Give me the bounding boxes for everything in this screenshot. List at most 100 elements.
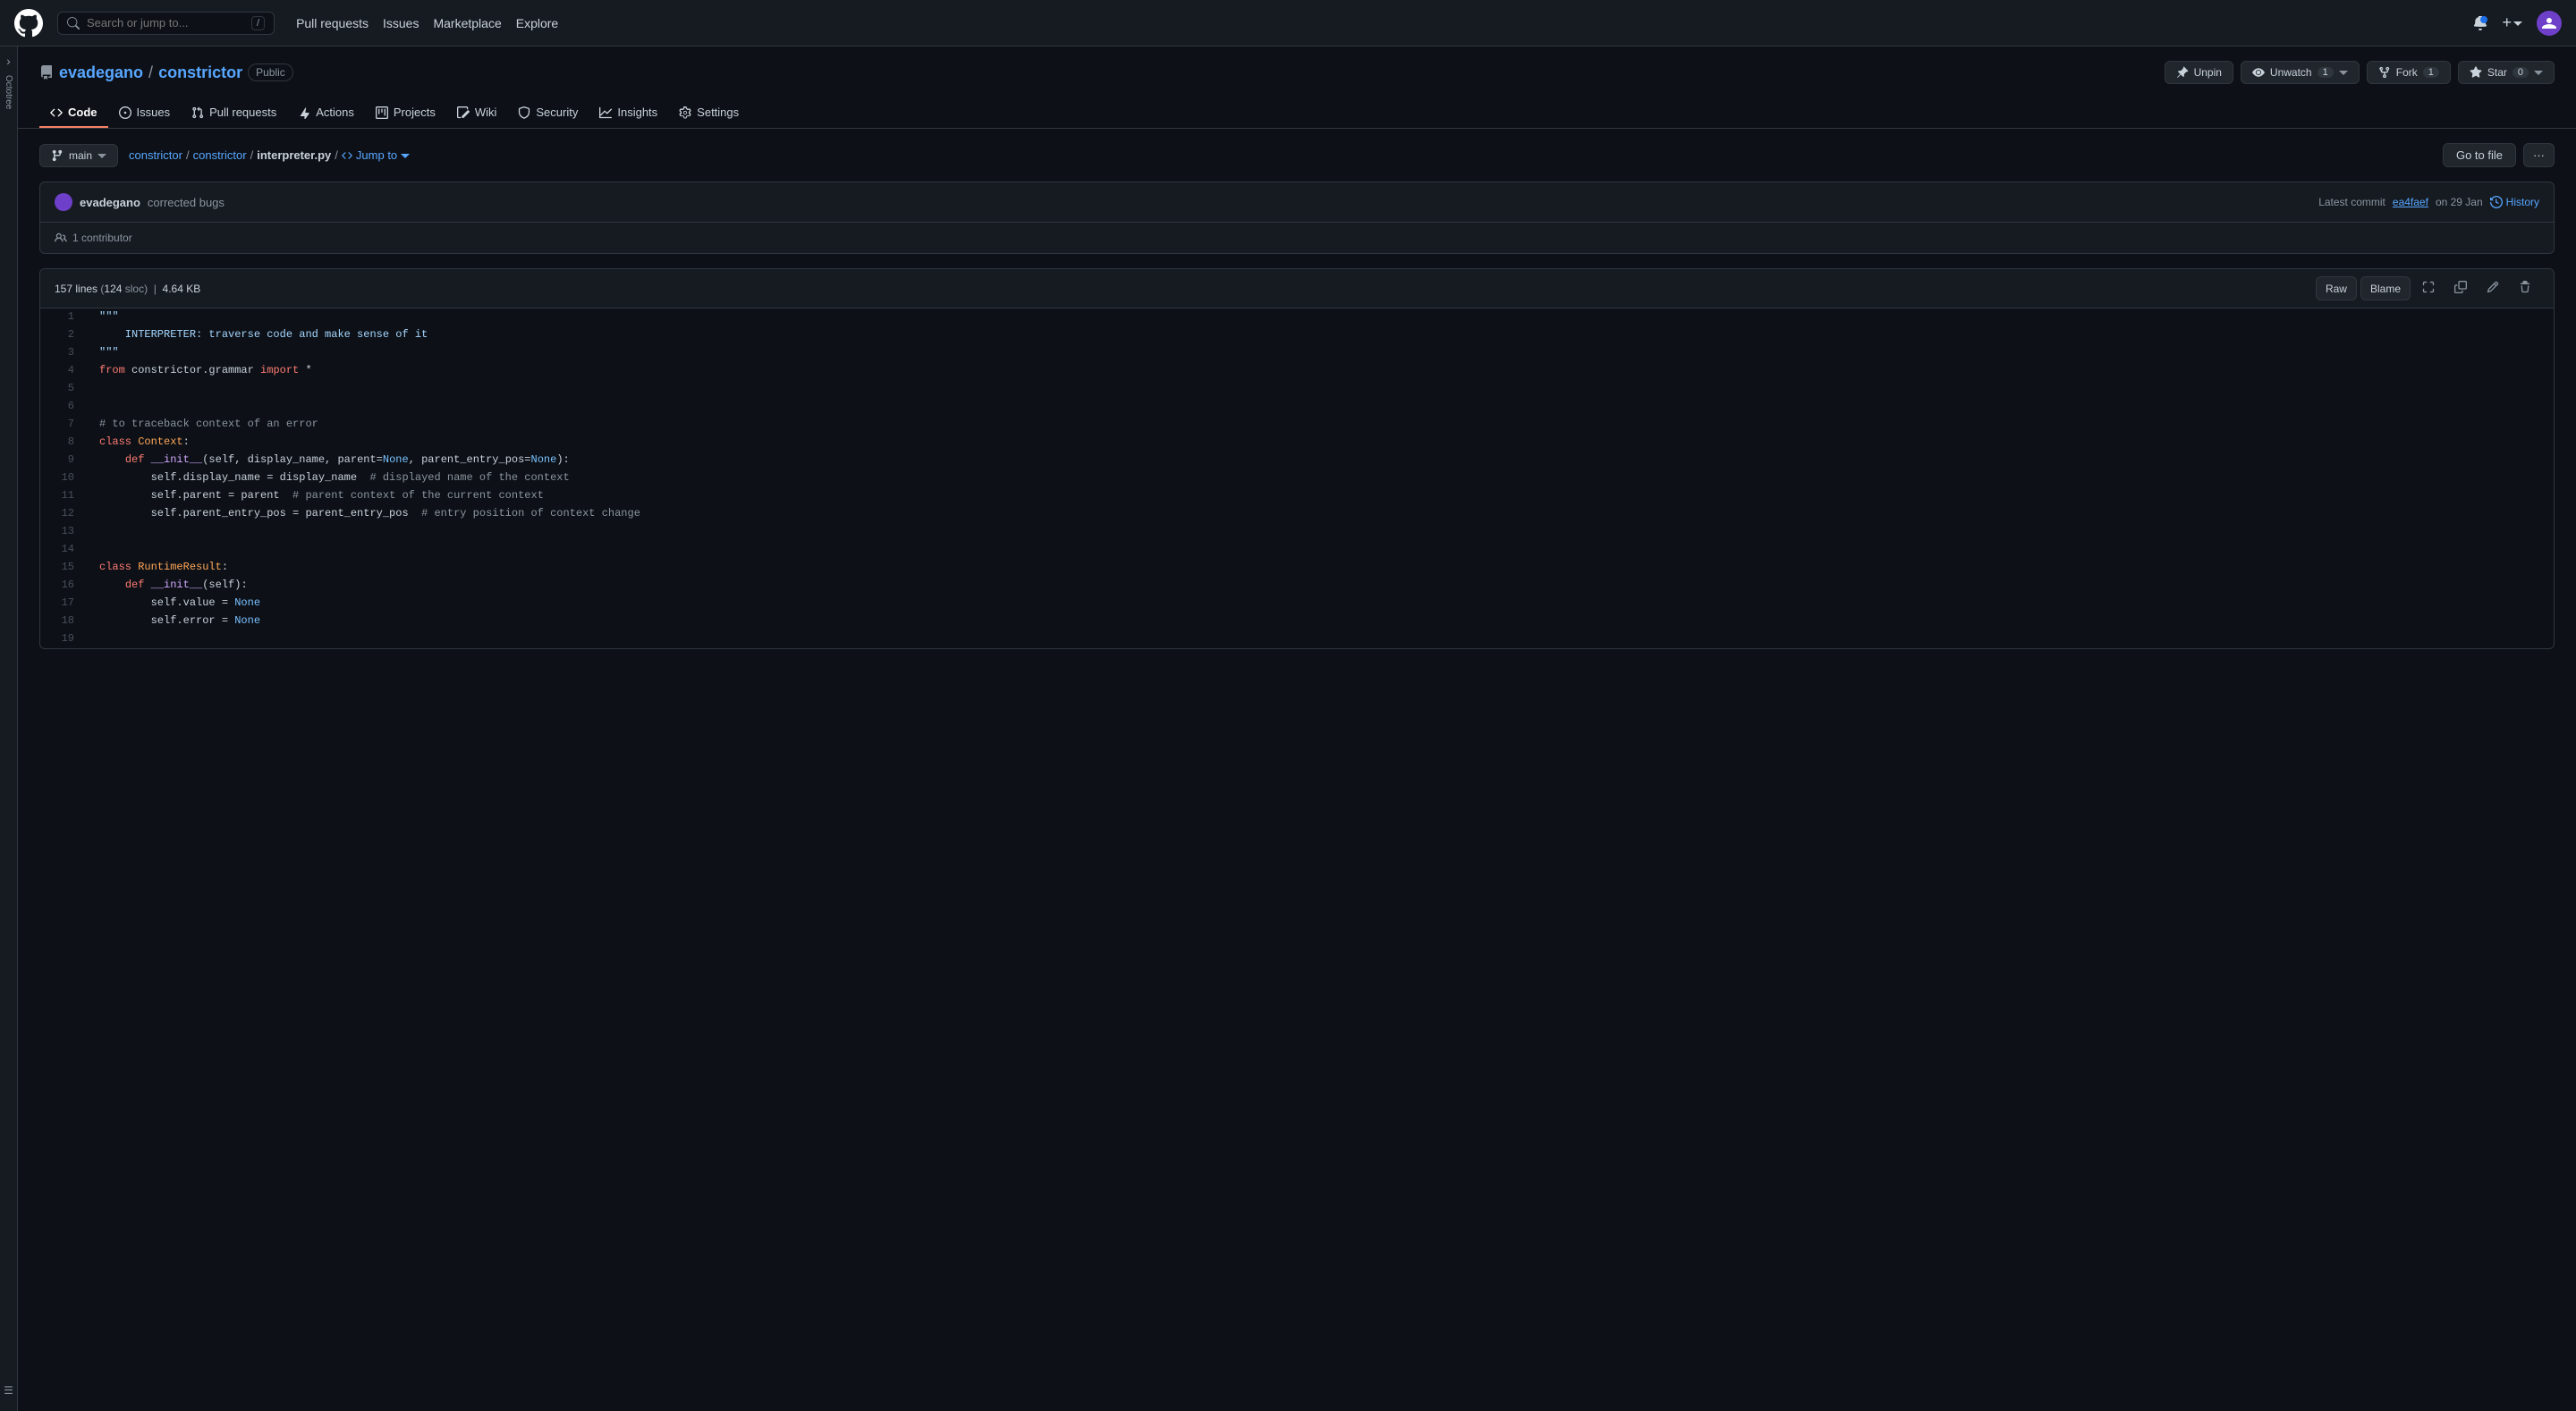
commit-prefix: Latest commit: [2318, 196, 2385, 208]
tab-settings-label: Settings: [697, 106, 739, 119]
line-number: 19: [40, 630, 85, 648]
tab-actions[interactable]: Actions: [287, 98, 365, 128]
nav-marketplace[interactable]: Marketplace: [433, 16, 501, 30]
repo-header: evadegano / constrictor Public Unpin Unw…: [18, 46, 2576, 84]
code-line: 14: [40, 541, 2554, 559]
line-content: [85, 541, 2554, 559]
line-number: 2: [40, 326, 85, 344]
tab-issues[interactable]: Issues: [108, 98, 182, 128]
tab-insights-label: Insights: [617, 106, 657, 119]
jump-to-button[interactable]: Jump to: [342, 148, 410, 162]
commit-hash[interactable]: ea4faef: [2393, 196, 2428, 208]
fork-icon: [2378, 66, 2391, 79]
commit-author-name[interactable]: evadegano: [80, 196, 140, 209]
actions-icon: [298, 106, 310, 119]
star-button[interactable]: Star 0: [2458, 61, 2555, 84]
line-content: def __init__(self, display_name, parent=…: [85, 452, 2554, 469]
commit-author: evadegano corrected bugs: [55, 193, 225, 211]
tab-wiki[interactable]: Wiki: [446, 98, 508, 128]
branch-chevron: [97, 151, 106, 160]
raw-button[interactable]: Raw: [2316, 276, 2357, 300]
edit-button[interactable]: [2479, 276, 2507, 300]
commit-date: on 29 Jan: [2436, 196, 2483, 208]
code-line: 9 def __init__(self, display_name, paren…: [40, 452, 2554, 469]
visibility-badge: Public: [248, 63, 293, 81]
tab-projects[interactable]: Projects: [365, 98, 446, 128]
unpin-icon: [2176, 66, 2189, 79]
star-count: 0: [2512, 67, 2529, 78]
nav-issues[interactable]: Issues: [383, 16, 419, 30]
repo-actions: Unpin Unwatch 1 Fork 1 Star 0: [2165, 61, 2555, 84]
screen-full-button[interactable]: [2414, 276, 2443, 300]
contributors-label: 1 contributor: [72, 232, 132, 244]
code-line: 13: [40, 523, 2554, 541]
code-line: 19: [40, 630, 2554, 648]
line-content: def __init__(self):: [85, 577, 2554, 595]
octotree-menu-icon[interactable]: ☰: [4, 1384, 13, 1397]
unpin-button[interactable]: Unpin: [2165, 61, 2233, 84]
unwatch-label: Unwatch: [2270, 66, 2312, 79]
copy-button[interactable]: [2446, 276, 2475, 300]
repo-separator: /: [148, 63, 153, 82]
search-bar[interactable]: /: [57, 12, 275, 35]
topnav-links: Pull requests Issues Marketplace Explore: [296, 16, 558, 30]
blame-button[interactable]: Blame: [2360, 276, 2411, 300]
repo-name-link[interactable]: constrictor: [158, 63, 242, 82]
line-number: 14: [40, 541, 85, 559]
code-area: 1 """ 2 INTERPRETER: traverse code and m…: [40, 308, 2554, 648]
commit-info-box: evadegano corrected bugs Latest commit e…: [39, 182, 2555, 254]
security-icon: [518, 106, 530, 119]
breadcrumb-owner[interactable]: constrictor: [129, 148, 182, 162]
new-menu-button[interactable]: +: [2502, 13, 2522, 32]
wiki-icon: [457, 106, 470, 119]
tab-pull-requests[interactable]: Pull requests: [181, 98, 287, 128]
code-icon: [50, 106, 63, 119]
code-line: 17 self.value = None: [40, 595, 2554, 613]
tab-security[interactable]: Security: [507, 98, 589, 128]
line-number: 17: [40, 595, 85, 613]
line-number: 9: [40, 452, 85, 469]
file-breadcrumb: constrictor / constrictor / interpreter.…: [129, 148, 410, 162]
breadcrumb-folder[interactable]: constrictor: [193, 148, 247, 162]
octotree-toggle[interactable]: ›: [6, 54, 11, 68]
line-count: 157 lines: [55, 283, 97, 295]
notifications-button[interactable]: [2473, 16, 2487, 30]
tab-code[interactable]: Code: [39, 98, 108, 128]
line-content: self.parent_entry_pos = parent_entry_pos…: [85, 505, 2554, 523]
branch-selector[interactable]: main: [39, 144, 118, 167]
pr-icon: [191, 106, 204, 119]
line-number: 8: [40, 434, 85, 452]
more-options-button[interactable]: ···: [2523, 143, 2555, 167]
file-path-bar: main constrictor / constrictor / interpr…: [18, 129, 2576, 182]
user-avatar[interactable]: [2537, 11, 2562, 36]
search-input[interactable]: [87, 16, 244, 30]
code-jump-icon: [342, 150, 352, 161]
history-link[interactable]: History: [2490, 196, 2539, 208]
fork-button[interactable]: Fork 1: [2367, 61, 2451, 84]
line-number: 6: [40, 398, 85, 416]
file-content-box: 157 lines (124 sloc) | 4.64 KB Raw Blame: [39, 268, 2555, 649]
repo-owner-link[interactable]: evadegano: [59, 63, 143, 82]
unpin-label: Unpin: [2194, 66, 2222, 79]
file-info: 157 lines (124 sloc) | 4.64 KB: [55, 283, 200, 295]
unwatch-button[interactable]: Unwatch 1: [2241, 61, 2360, 84]
watch-chevron: [2339, 68, 2348, 77]
delete-button[interactable]: [2511, 276, 2539, 300]
tab-pr-label: Pull requests: [209, 106, 276, 119]
path-sep-1: /: [186, 148, 190, 162]
nav-pull-requests[interactable]: Pull requests: [296, 16, 369, 30]
line-content: self.value = None: [85, 595, 2554, 613]
tab-insights[interactable]: Insights: [589, 98, 668, 128]
jump-to-label: Jump to: [356, 148, 397, 162]
nav-explore[interactable]: Explore: [516, 16, 558, 30]
path-sep-2: /: [250, 148, 254, 162]
tab-settings[interactable]: Settings: [668, 98, 750, 128]
go-to-file-button[interactable]: Go to file: [2443, 143, 2516, 167]
github-logo[interactable]: [14, 9, 43, 38]
tab-issues-label: Issues: [137, 106, 171, 119]
star-chevron: [2534, 68, 2543, 77]
line-content: self.display_name = display_name # displ…: [85, 469, 2554, 487]
code-line: 18 self.error = None: [40, 613, 2554, 630]
top-navigation: / Pull requests Issues Marketplace Explo…: [0, 0, 2576, 46]
commit-message: corrected bugs: [148, 196, 225, 209]
